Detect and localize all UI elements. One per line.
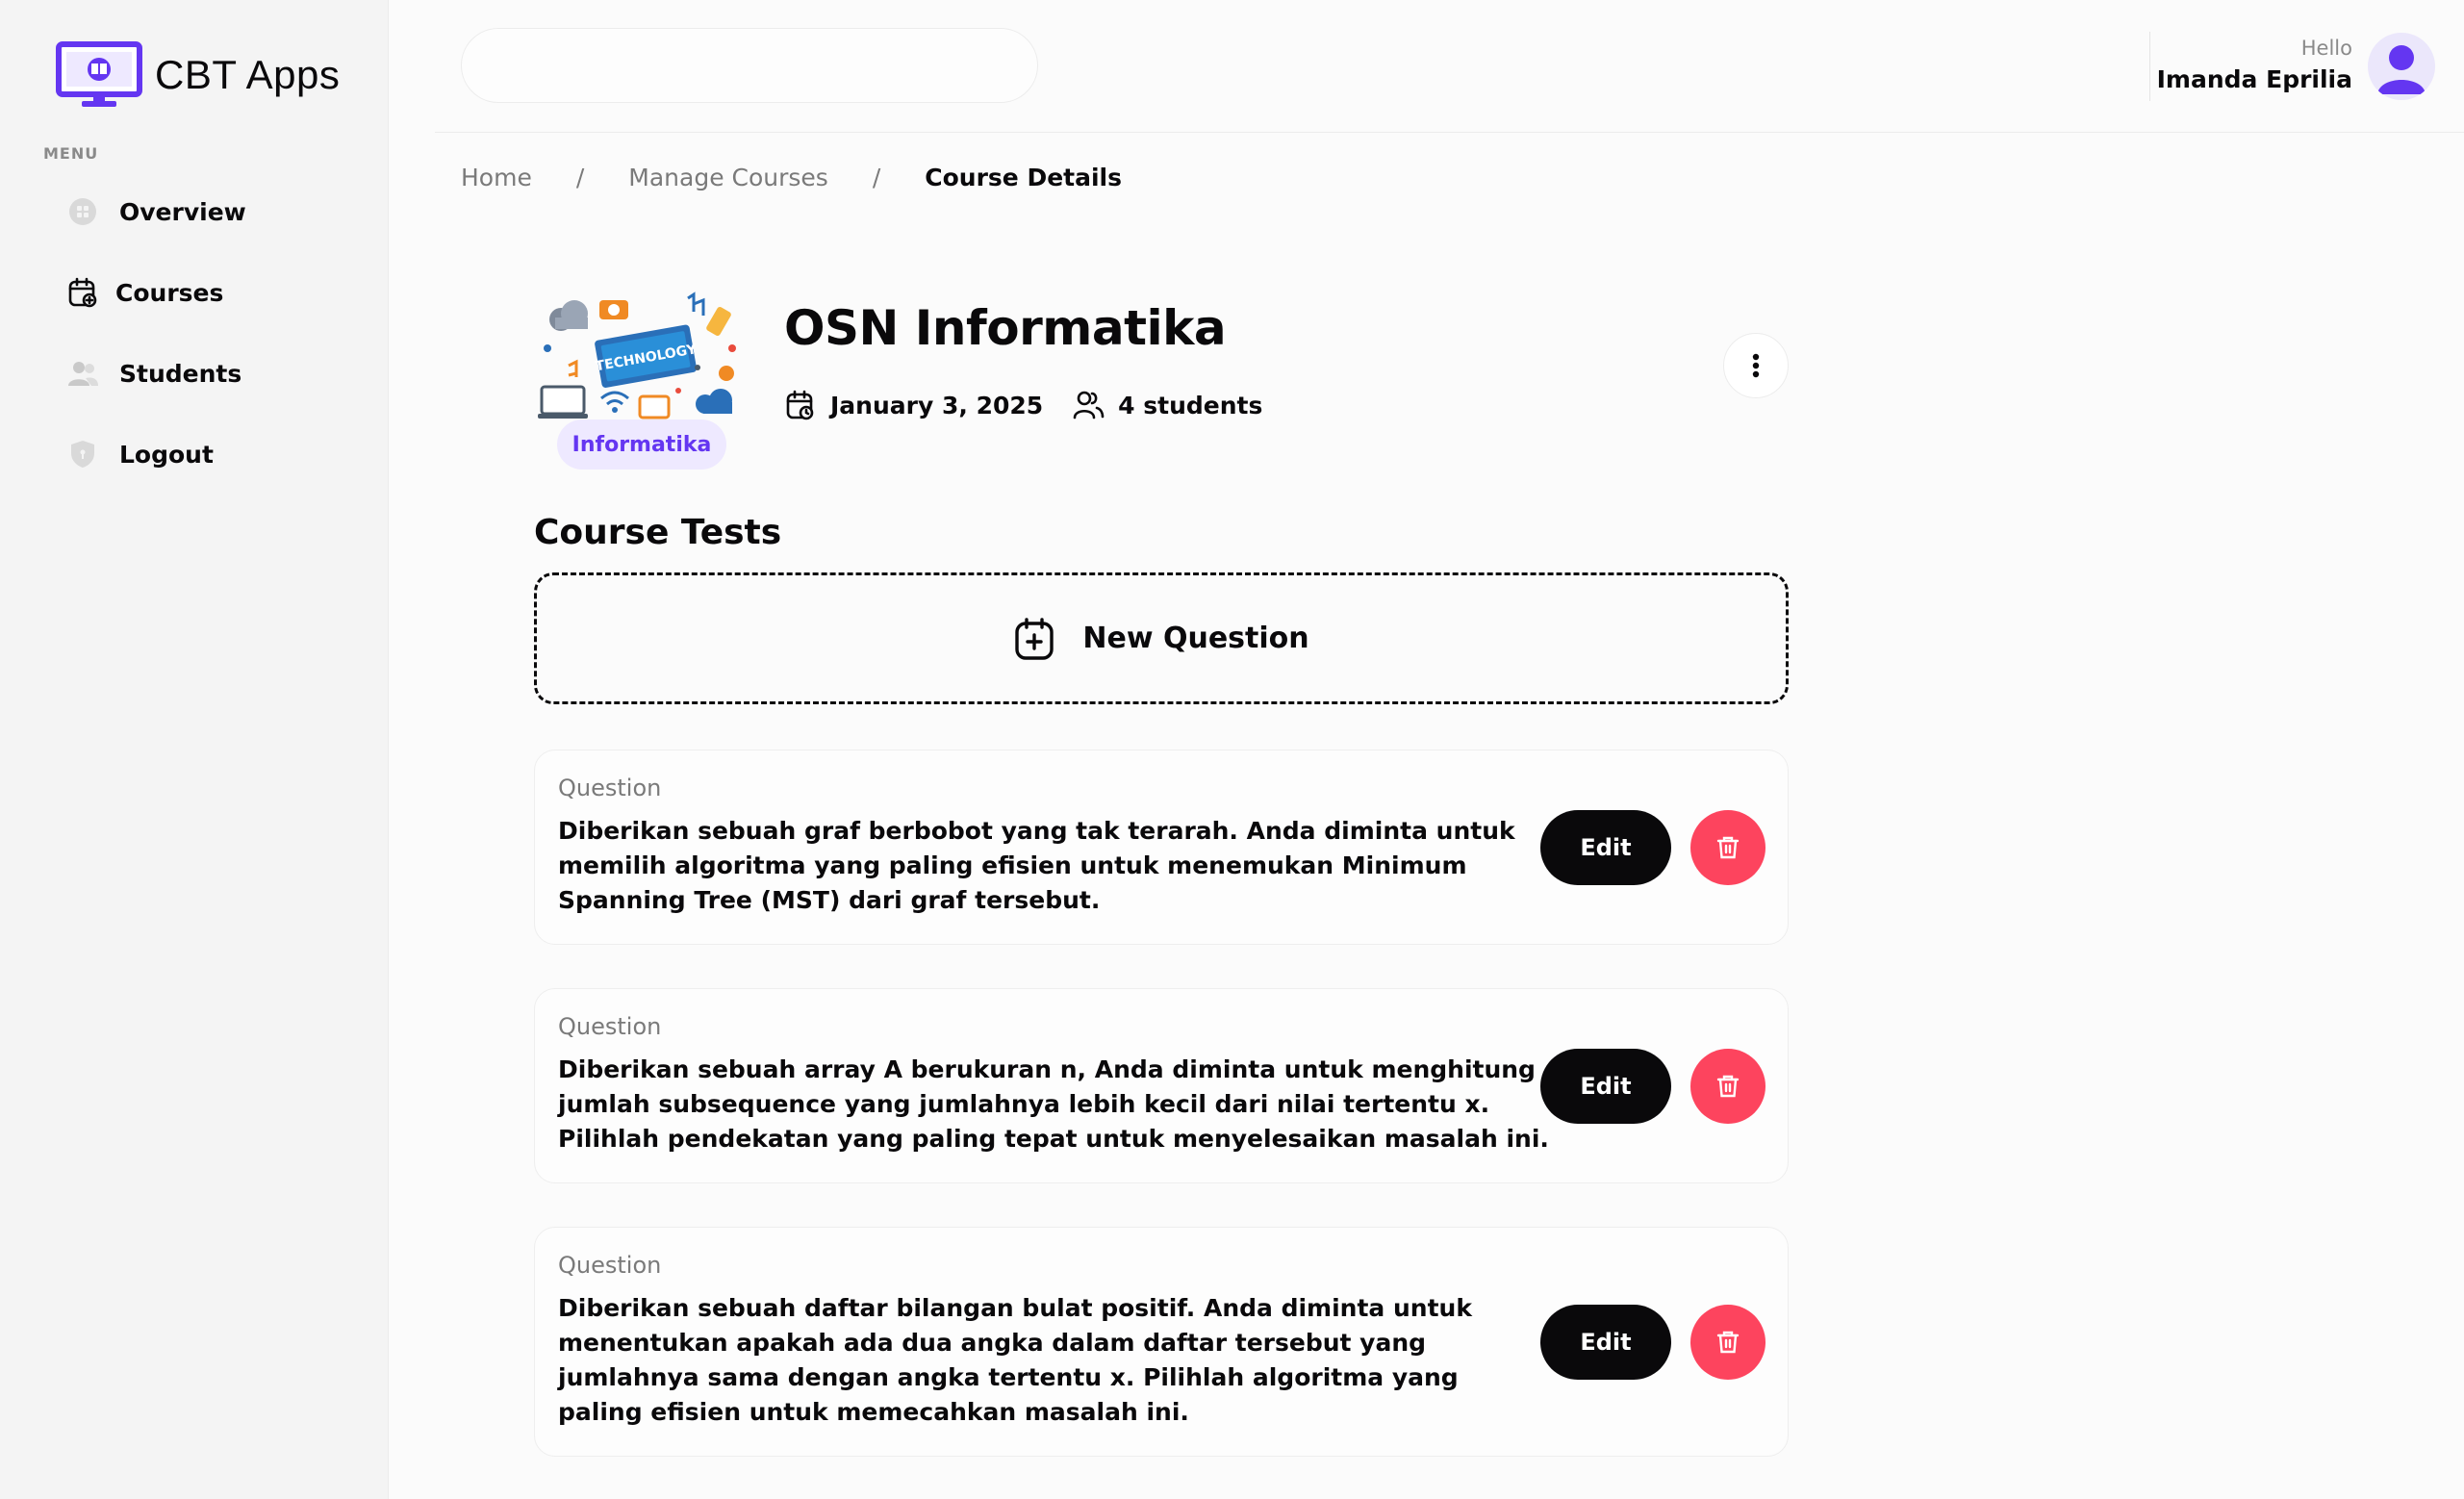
question-card: Question Diberikan sebuah array A beruku… [534, 988, 1789, 1183]
sidebar-item-logout[interactable]: Logout [64, 430, 371, 478]
trash-icon [1716, 1075, 1740, 1098]
search-input[interactable] [461, 28, 1038, 103]
grid-icon [64, 192, 102, 231]
delete-button[interactable] [1690, 810, 1765, 885]
delete-button[interactable] [1690, 1305, 1765, 1380]
app-logo[interactable]: CBT Apps [55, 40, 340, 110]
question-label: Question [558, 1252, 662, 1279]
menu-heading: MENU [43, 144, 99, 163]
course-date-text: January 3, 2025 [830, 391, 1044, 419]
sidebar: CBT Apps MENU Overview Courses Students … [0, 0, 389, 1499]
breadcrumb-manage-courses[interactable]: Manage Courses [628, 164, 828, 191]
avatar[interactable] [2368, 33, 2435, 100]
edit-button[interactable]: Edit [1540, 810, 1671, 885]
sidebar-item-overview[interactable]: Overview [64, 188, 371, 236]
calendar-icon [786, 390, 814, 420]
question-card: Question Diberikan sebuah graf berbobot … [534, 750, 1789, 945]
course-date: January 3, 2025 [784, 389, 1043, 421]
course-tests-heading: Course Tests [534, 513, 782, 552]
user-name: Imanda Eprilia [2156, 65, 2352, 93]
sidebar-item-label: Students [119, 359, 242, 388]
sidebar-item-label: Overview [119, 197, 246, 226]
question-text: Diberikan sebuah array A berukuran n, An… [558, 1055, 1549, 1153]
question-text: Diberikan sebuah daftar bilangan bulat p… [558, 1294, 1472, 1426]
sidebar-menu: Overview Courses Students Logout [64, 188, 371, 511]
calendar-courses-icon [64, 273, 102, 312]
sidebar-item-label: Courses [115, 278, 224, 307]
trash-icon [1716, 1331, 1740, 1354]
monitor-logo-icon [56, 41, 142, 107]
users-icon [64, 354, 102, 393]
breadcrumb-home[interactable]: Home [461, 164, 532, 191]
edit-button[interactable]: Edit [1540, 1049, 1671, 1124]
users-outline-icon [1073, 391, 1105, 419]
add-note-icon [1015, 617, 1054, 660]
question-card: Question Diberikan sebuah daftar bilanga… [534, 1227, 1789, 1457]
course-thumbnail: TECHNOLOGY [534, 291, 748, 425]
new-question-label: New Question [1082, 622, 1309, 655]
user-divider [2149, 32, 2150, 101]
topbar-divider [435, 132, 2464, 133]
course-students: 4 students [1072, 389, 1262, 421]
category-badge: Informatika [557, 419, 726, 470]
more-vertical-icon [1752, 353, 1760, 378]
user-greeting: Hello [2300, 37, 2352, 60]
breadcrumb-separator: / [872, 164, 881, 191]
more-options-button[interactable] [1723, 333, 1789, 398]
question-text: Diberikan sebuah graf berbobot yang tak … [558, 817, 1515, 914]
course-title: OSN Informatika [784, 300, 1227, 356]
sidebar-item-students[interactable]: Students [64, 349, 371, 397]
new-question-button[interactable]: New Question [534, 572, 1789, 704]
breadcrumb-separator: / [575, 164, 585, 191]
delete-button[interactable] [1690, 1049, 1765, 1124]
question-label: Question [558, 775, 662, 801]
breadcrumb: Home / Manage Courses / Course Details [461, 164, 1122, 191]
course-students-text: 4 students [1118, 391, 1263, 419]
sidebar-item-label: Logout [119, 440, 214, 469]
sidebar-item-courses[interactable]: Courses [64, 268, 371, 317]
edit-button[interactable]: Edit [1540, 1305, 1671, 1380]
trash-icon [1716, 836, 1740, 859]
shield-icon [64, 435, 102, 473]
question-label: Question [558, 1013, 662, 1040]
breadcrumb-course-details: Course Details [925, 164, 1123, 191]
app-name: CBT Apps [155, 52, 341, 97]
course-meta: January 3, 2025 4 students [784, 389, 1262, 421]
user-avatar-icon [2377, 45, 2426, 94]
